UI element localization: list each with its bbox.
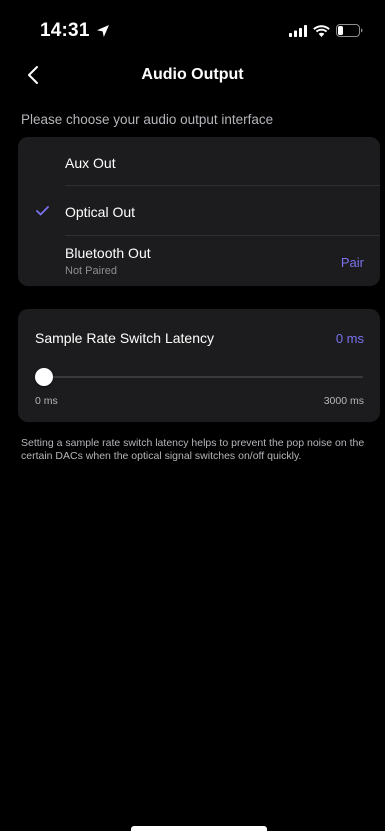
pair-button[interactable]: Pair <box>341 255 364 270</box>
latency-slider[interactable] <box>35 368 363 386</box>
bluetooth-status: Not Paired <box>65 265 117 277</box>
location-arrow-icon <box>96 25 109 37</box>
status-indicators <box>289 24 363 37</box>
option-label: Bluetooth Out <box>65 245 151 261</box>
status-time: 14:31 <box>40 20 90 41</box>
battery-icon <box>336 24 363 37</box>
latency-card: Sample Rate Switch Latency 0 ms 0 ms 300… <box>18 309 380 422</box>
cellular-signal-icon <box>289 24 307 37</box>
home-indicator <box>131 826 267 831</box>
option-aux-out[interactable]: Aux Out <box>18 137 380 185</box>
wifi-icon <box>313 24 330 37</box>
option-optical-out[interactable]: Optical Out <box>18 186 380 236</box>
latency-value: 0 ms <box>335 331 364 346</box>
page-title: Audio Output <box>141 66 244 83</box>
slider-track <box>35 376 363 378</box>
output-section-caption: Please choose your audio output interfac… <box>21 112 274 127</box>
slider-max-label: 3000 ms <box>323 395 364 407</box>
option-label: Optical Out <box>65 204 136 220</box>
option-bluetooth-out[interactable]: Bluetooth Out Not Paired Pair <box>18 236 380 286</box>
navigation-bar: Audio Output <box>0 56 385 96</box>
latency-help-text: Setting a sample rate switch latency hel… <box>21 437 365 462</box>
checkmark-icon <box>36 206 49 216</box>
option-label: Aux Out <box>65 155 116 171</box>
slider-thumb[interactable] <box>35 368 53 386</box>
status-time-group: 14:31 <box>40 20 110 42</box>
output-options-card: Aux Out Optical Out Bluetooth Out Not Pa… <box>18 137 380 286</box>
latency-title: Sample Rate Switch Latency <box>35 330 214 346</box>
status-bar: 14:31 <box>0 0 385 60</box>
slider-min-label: 0 ms <box>35 395 58 407</box>
